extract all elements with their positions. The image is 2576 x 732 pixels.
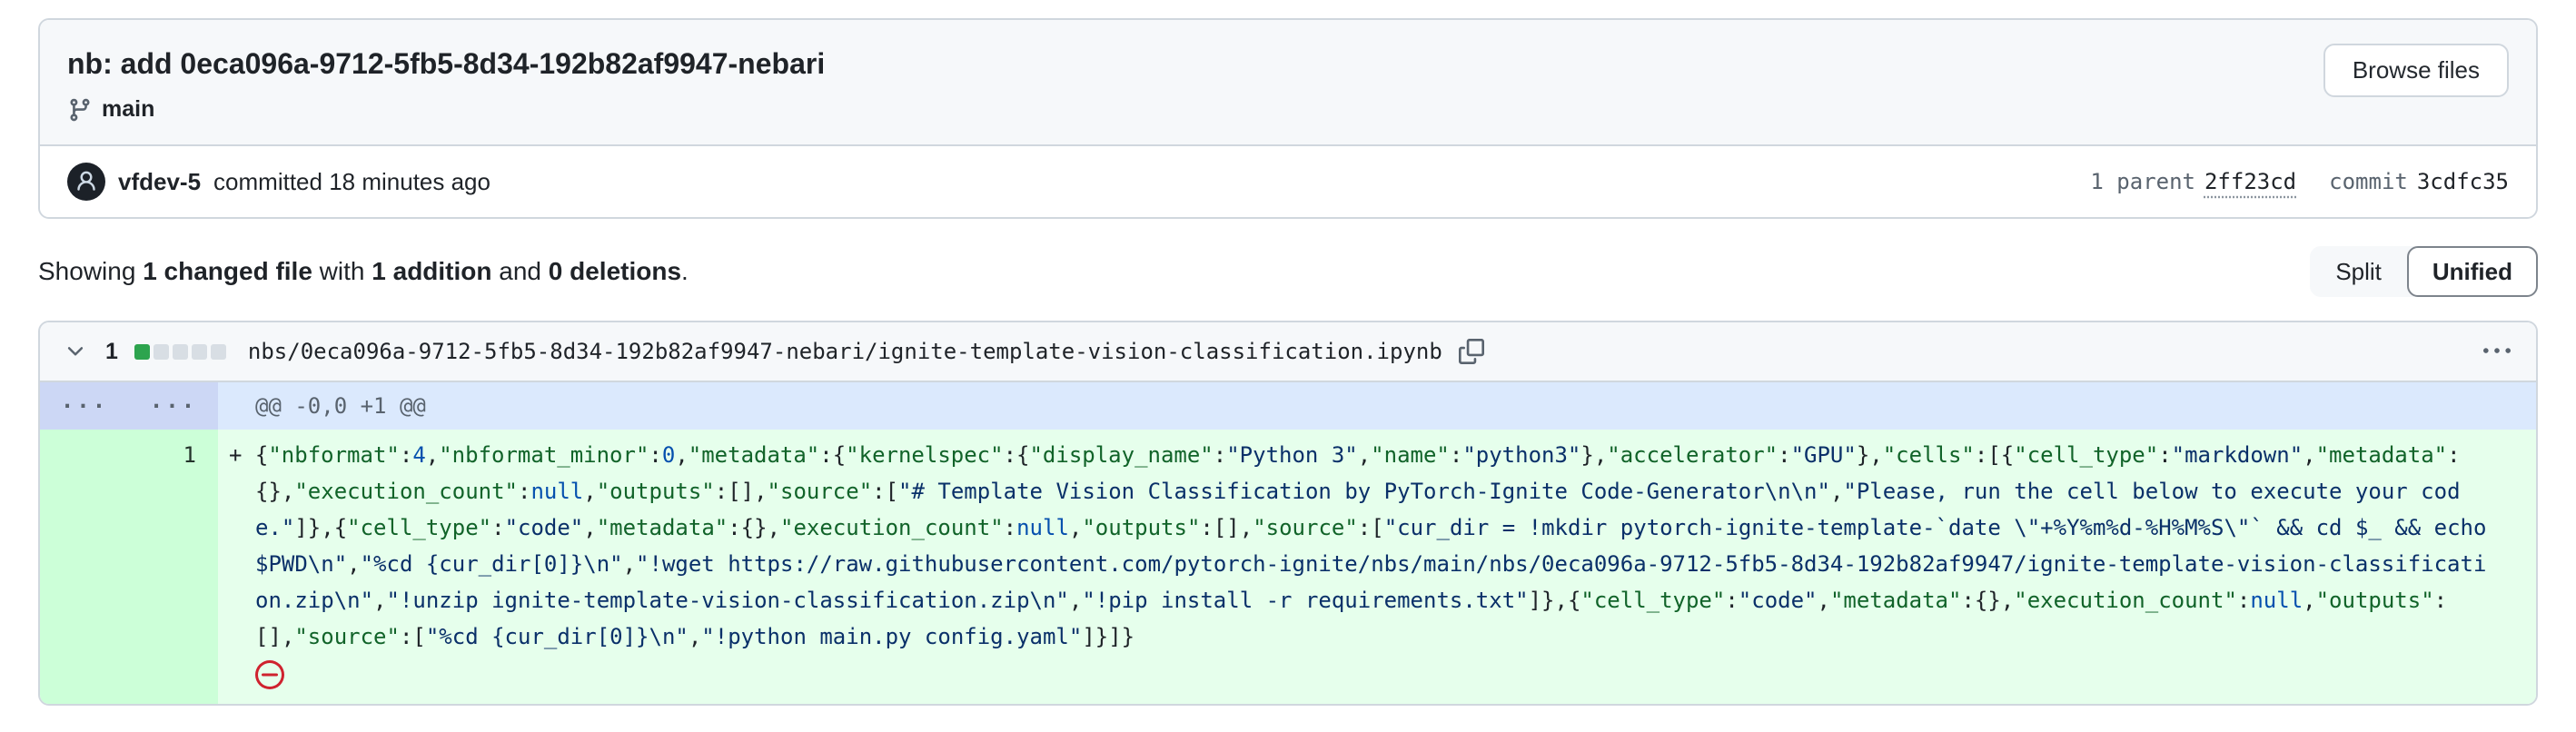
diff-summary-text: Showing 1 changed file with 1 addition a… bbox=[38, 257, 689, 286]
avatar[interactable] bbox=[67, 163, 105, 201]
commit-author[interactable]: vfdev-5 bbox=[118, 168, 201, 196]
expand-hunk-up[interactable]: ··· bbox=[40, 382, 129, 430]
commit-page: nb: add 0eca096a-9712-5fb5-8d34-192b82af… bbox=[0, 0, 2576, 706]
summary-suffix: . bbox=[681, 257, 689, 285]
hunk-gutter: ··· ··· bbox=[40, 382, 218, 430]
summary-with: with bbox=[312, 257, 372, 285]
diff-code-cell: + {"nbformat":4,"nbformat_minor":0,"meta… bbox=[218, 430, 2536, 704]
diff-table: ··· ··· @@ -0,0 +1 @@ 1 + {"nbformat":4,… bbox=[40, 382, 2536, 704]
copy-path-button[interactable] bbox=[1457, 337, 1486, 366]
branch-name: main bbox=[102, 96, 154, 123]
parent-label: 1 parent bbox=[2090, 169, 2195, 194]
diff-hunk-row: ··· ··· @@ -0,0 +1 @@ bbox=[40, 382, 2536, 430]
summary-additions: 1 addition bbox=[372, 257, 491, 285]
unified-view-button[interactable]: Unified bbox=[2407, 246, 2538, 297]
file-path[interactable]: nbs/0eca096a-9712-5fb5-8d34-192b82af9947… bbox=[248, 339, 1442, 364]
split-view-button[interactable]: Split bbox=[2310, 246, 2407, 297]
branch-indicator[interactable]: main bbox=[67, 96, 825, 123]
no-newline-icon bbox=[255, 660, 284, 689]
summary-and: and bbox=[492, 257, 549, 285]
git-branch-icon bbox=[67, 97, 93, 123]
summary-prefix: Showing bbox=[38, 257, 143, 285]
copy-icon bbox=[1459, 339, 1484, 364]
line-number[interactable]: 1 bbox=[40, 430, 218, 704]
commit-sha-block: 1 parent 2ff23cd commit 3cdfc35 bbox=[2090, 169, 2509, 194]
diff-addition-row: 1 + {"nbformat":4,"nbformat_minor":0,"me… bbox=[40, 430, 2536, 704]
expand-hunk-down[interactable]: ··· bbox=[129, 382, 218, 430]
collapse-file-button[interactable] bbox=[60, 336, 91, 367]
person-icon bbox=[74, 170, 98, 193]
diffstat-squares bbox=[134, 344, 226, 360]
commit-title: nb: add 0eca096a-9712-5fb5-8d34-192b82af… bbox=[67, 45, 825, 82]
commit-sha: 3cdfc35 bbox=[2417, 169, 2509, 194]
file-header: 1 nbs/0eca096a-9712-5fb5-8d34-192b82af99… bbox=[40, 322, 2536, 382]
summary-changed-files: 1 changed file bbox=[143, 257, 312, 285]
file-options-button[interactable] bbox=[2478, 334, 2516, 369]
browse-files-button[interactable]: Browse files bbox=[2323, 44, 2509, 97]
commit-author-block: vfdev-5 committed 18 minutes ago bbox=[67, 163, 490, 201]
hunk-header-text: @@ -0,0 +1 @@ bbox=[218, 382, 2536, 430]
commit-meta-row: vfdev-5 committed 18 minutes ago 1 paren… bbox=[40, 144, 2536, 217]
diff-view-toggle: Split Unified bbox=[2310, 246, 2538, 297]
diff-summary-row: Showing 1 changed file with 1 addition a… bbox=[38, 246, 2538, 297]
commit-title-block: nb: add 0eca096a-9712-5fb5-8d34-192b82af… bbox=[67, 44, 825, 123]
kebab-horizontal-icon bbox=[2483, 338, 2511, 365]
parent-sha-link[interactable]: 2ff23cd bbox=[2204, 169, 2296, 194]
chevron-down-icon bbox=[64, 340, 87, 363]
diff-code-line: + {"nbformat":4,"nbformat_minor":0,"meta… bbox=[229, 437, 2496, 655]
commit-label: commit bbox=[2329, 169, 2408, 194]
summary-deletions: 0 deletions bbox=[549, 257, 681, 285]
commit-card: nb: add 0eca096a-9712-5fb5-8d34-192b82af… bbox=[38, 18, 2538, 219]
file-changes-count: 1 bbox=[105, 339, 118, 365]
commit-card-header: nb: add 0eca096a-9712-5fb5-8d34-192b82af… bbox=[40, 20, 2536, 144]
commit-time-text: committed 18 minutes ago bbox=[213, 168, 490, 196]
file-diff-card: 1 nbs/0eca096a-9712-5fb5-8d34-192b82af99… bbox=[38, 321, 2538, 706]
